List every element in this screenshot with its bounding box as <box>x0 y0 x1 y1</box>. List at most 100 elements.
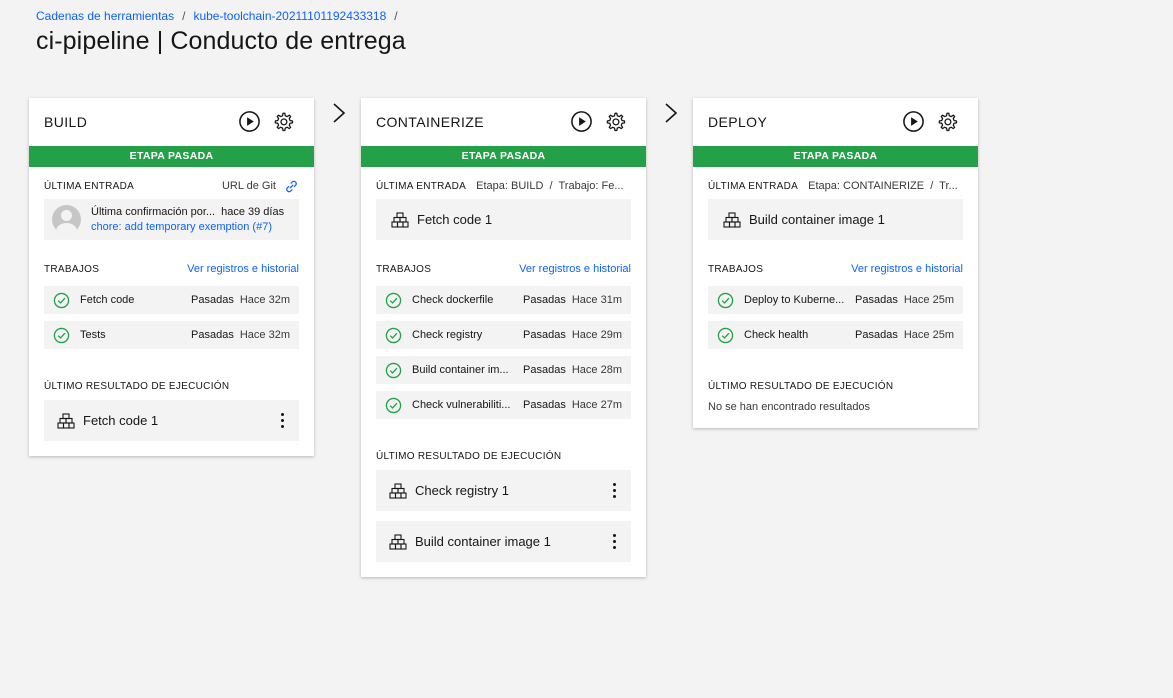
last-input-item[interactable]: Build container image 1 <box>708 199 963 240</box>
job-status: Pasadas <box>191 329 234 341</box>
job-name: Fetch code <box>80 294 135 306</box>
page-title: ci-pipeline | Conducto de entrega <box>36 27 406 55</box>
commit-message: Última confirmación por... <box>91 205 216 218</box>
check-circle-icon <box>53 327 70 343</box>
result-item[interactable]: Build container image 1 <box>376 521 631 562</box>
view-logs-link[interactable]: Ver registros e historial <box>851 263 963 275</box>
play-icon[interactable] <box>570 110 593 133</box>
breadcrumb-toolchain-link[interactable]: kube-toolchain-20211101192433318 <box>193 9 386 23</box>
job-status: Pasadas <box>523 294 566 306</box>
stage-card-deploy: DEPLOY ETAPA PASADA ÚLTIMA ENTRADA Etapa… <box>693 98 978 428</box>
last-commit: Última confirmación por... hace 39 días … <box>44 199 299 240</box>
last-result-label: ÚLTIMO RESULTADO DE EJECUCIÓN <box>376 450 562 462</box>
job-status: Pasadas <box>191 294 234 306</box>
job-time: Hace 25m <box>903 294 954 306</box>
job-time: Hace 32m <box>239 329 290 341</box>
job-time: Hace 25m <box>903 329 954 341</box>
artifact-icon <box>723 211 741 228</box>
job-time: Hace 28m <box>571 364 622 376</box>
result-name: Build container image 1 <box>415 534 551 549</box>
artifact-icon <box>391 211 409 228</box>
job-name: Build container im... <box>412 364 509 376</box>
job-row[interactable]: Deploy to Kuberne... Pasadas Hace 25m <box>708 286 963 314</box>
job-row[interactable]: Check health Pasadas Hace 25m <box>708 321 963 349</box>
stage-title: CONTAINERIZE <box>376 114 484 130</box>
stage-status-badge: ETAPA PASADA <box>361 146 646 167</box>
job-row[interactable]: Build container im... Pasadas Hace 28m <box>376 356 631 384</box>
job-status: Pasadas <box>523 399 566 411</box>
jobs-label: TRABAJOS <box>708 263 764 275</box>
result-item[interactable]: Check registry 1 <box>376 470 631 511</box>
overflow-menu-icon[interactable] <box>609 481 619 501</box>
overflow-menu-icon[interactable] <box>277 411 287 431</box>
gear-icon[interactable] <box>271 110 294 133</box>
git-url-label: URL de Git <box>221 180 276 192</box>
input-name: Build container image 1 <box>749 212 885 227</box>
stage-status-badge: ETAPA PASADA <box>29 146 314 167</box>
check-circle-icon <box>717 292 734 308</box>
input-source-meta: Etapa: BUILD / Trabajo: Fe... <box>476 180 624 192</box>
job-status: Pasadas <box>523 364 566 376</box>
last-input-label: ÚLTIMA ENTRADA <box>708 180 799 192</box>
job-name: Check registry <box>412 329 483 341</box>
breadcrumb-toolchains-link[interactable]: Cadenas de herramientas <box>36 9 174 23</box>
job-row[interactable]: Check registry Pasadas Hace 29m <box>376 321 631 349</box>
breadcrumb-separator: / <box>394 9 398 23</box>
job-time: Hace 32m <box>239 294 290 306</box>
artifact-icon <box>57 412 75 429</box>
stage-status-badge: ETAPA PASADA <box>693 146 978 167</box>
stage-header: CONTAINERIZE <box>361 98 646 146</box>
stage-header: DEPLOY <box>693 98 978 146</box>
breadcrumb-separator: / <box>182 9 186 23</box>
result-name: Check registry 1 <box>415 483 509 498</box>
empty-results-text: No se han encontrado resultados <box>708 401 871 413</box>
result-name: Fetch code 1 <box>83 413 159 428</box>
job-name: Check vulnerabiliti... <box>412 399 511 411</box>
job-name: Deploy to Kuberne... <box>744 294 845 306</box>
input-source-meta: Etapa: CONTAINERIZE / Tr... <box>808 180 958 192</box>
check-circle-icon <box>53 292 70 308</box>
job-time: Hace 31m <box>571 294 622 306</box>
gear-icon[interactable] <box>603 110 626 133</box>
stage-card-build: BUILD ETAPA PASADA ÚLTIMA ENTRADA URL de… <box>29 98 314 456</box>
artifact-icon <box>389 482 407 499</box>
input-name: Fetch code 1 <box>417 212 493 227</box>
job-status: Pasadas <box>523 329 566 341</box>
check-circle-icon <box>385 292 402 308</box>
last-input-label: ÚLTIMA ENTRADA <box>44 180 135 192</box>
play-icon[interactable] <box>238 110 261 133</box>
play-icon[interactable] <box>902 110 925 133</box>
job-name: Check health <box>744 329 809 341</box>
jobs-label: TRABAJOS <box>376 263 432 275</box>
last-result-label: ÚLTIMO RESULTADO DE EJECUCIÓN <box>708 380 894 392</box>
job-row[interactable]: Check vulnerabiliti... Pasadas Hace 27m <box>376 391 631 419</box>
job-time: Hace 27m <box>571 399 622 411</box>
stage-title: DEPLOY <box>708 114 768 130</box>
job-row[interactable]: Fetch code Pasadas Hace 32m <box>44 286 299 314</box>
job-row[interactable]: Check dockerfile Pasadas Hace 31m <box>376 286 631 314</box>
link-icon[interactable] <box>284 179 299 194</box>
last-input-label: ÚLTIMA ENTRADA <box>376 180 467 192</box>
chevron-right-icon <box>665 103 678 123</box>
avatar <box>52 205 81 234</box>
stage-title: BUILD <box>44 114 88 130</box>
view-logs-link[interactable]: Ver registros e historial <box>519 263 631 275</box>
stage-card-containerize: CONTAINERIZE ETAPA PASADA ÚLTIMA ENTRADA… <box>361 98 646 577</box>
last-result-label: ÚLTIMO RESULTADO DE EJECUCIÓN <box>44 380 230 392</box>
jobs-label: TRABAJOS <box>44 263 100 275</box>
view-logs-link[interactable]: Ver registros e historial <box>187 263 299 275</box>
job-name: Check dockerfile <box>412 294 494 306</box>
overflow-menu-icon[interactable] <box>609 532 619 552</box>
result-item[interactable]: Fetch code 1 <box>44 400 299 441</box>
check-circle-icon <box>717 327 734 343</box>
job-status: Pasadas <box>855 294 898 306</box>
chevron-right-icon <box>333 103 346 123</box>
last-input-item[interactable]: Fetch code 1 <box>376 199 631 240</box>
check-circle-icon <box>385 397 402 413</box>
commit-time: hace 39 días <box>221 205 285 218</box>
commit-link[interactable]: chore: add temporary exemption (#7) <box>91 221 272 233</box>
job-row[interactable]: Tests Pasadas Hace 32m <box>44 321 299 349</box>
job-time: Hace 29m <box>571 329 622 341</box>
stage-header: BUILD <box>29 98 314 146</box>
gear-icon[interactable] <box>935 110 958 133</box>
